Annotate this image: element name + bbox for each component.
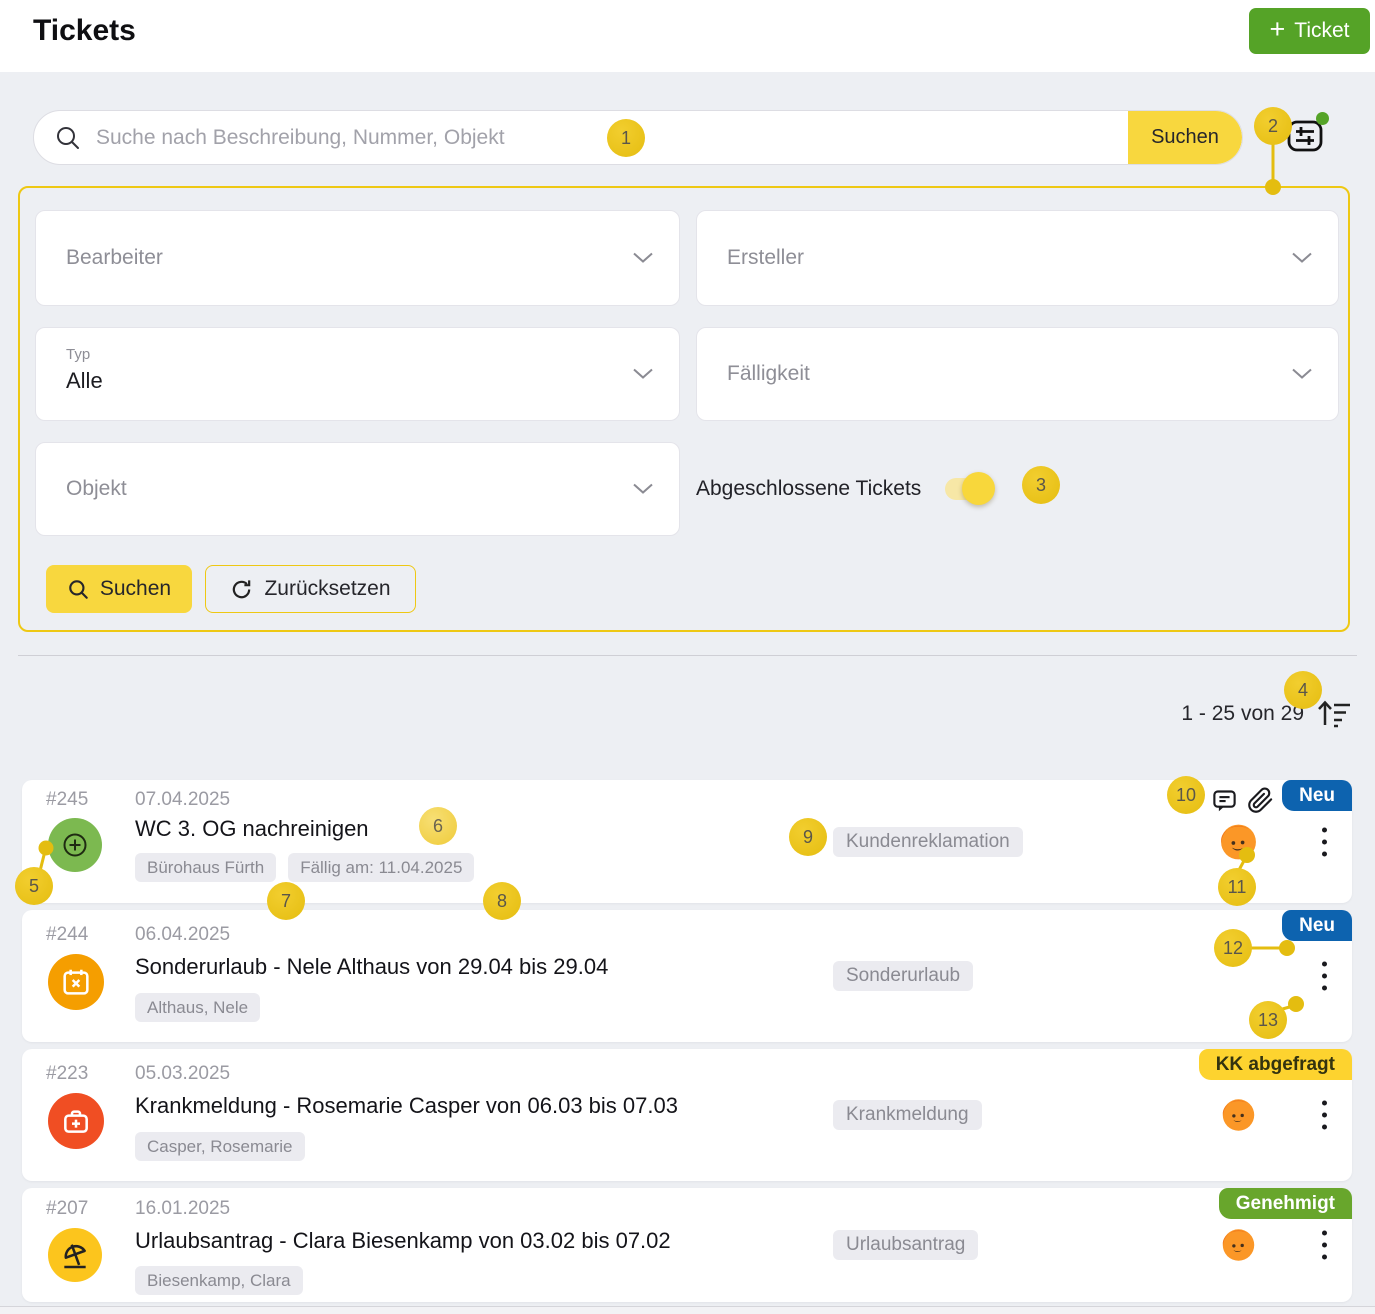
new-ticket-button[interactable]: + Ticket: [1249, 8, 1370, 54]
reset-label: Zurücksetzen: [264, 577, 390, 601]
ticket-tag: Casper, Rosemarie: [135, 1132, 305, 1161]
annotation-8: 8: [483, 882, 521, 920]
chevron-down-icon: [1291, 368, 1313, 381]
sort-button[interactable]: [1316, 698, 1352, 730]
ticket-tag: Bürohaus Fürth: [135, 853, 276, 882]
ersteller-select[interactable]: Ersteller: [696, 210, 1339, 306]
new-ticket-label: Ticket: [1294, 19, 1349, 43]
ticket-category: Urlaubsantrag: [833, 1230, 978, 1260]
ersteller-label: Ersteller: [727, 246, 804, 270]
ticket-date: 16.01.2025: [135, 1198, 230, 1220]
annotation-3: 3: [1022, 466, 1060, 504]
objekt-label: Objekt: [66, 477, 127, 501]
annotation-2: 2: [1254, 107, 1292, 145]
typ-value: Alle: [66, 368, 103, 394]
ticket-card[interactable]: #223 05.03.2025 Krankmeldung - Rosemarie…: [22, 1049, 1352, 1181]
panel-search-label: Suchen: [100, 577, 171, 601]
status-badge: Neu: [1282, 910, 1352, 941]
annotation-6: 6: [419, 807, 457, 845]
chevron-down-icon: [1291, 252, 1313, 265]
closed-tickets-row: Abgeschlossene Tickets: [696, 471, 991, 507]
annotation-7: 7: [267, 882, 305, 920]
row-menu-button[interactable]: [1318, 1227, 1331, 1264]
ticket-title: Sonderurlaub - Nele Althaus von 29.04 bi…: [135, 954, 608, 980]
closed-tickets-toggle[interactable]: [945, 478, 991, 500]
row-menu-button[interactable]: [1318, 958, 1331, 995]
calendar-x-icon: [48, 954, 104, 1010]
page-title: Tickets: [33, 14, 136, 48]
chevron-down-icon: [632, 483, 654, 496]
plus-icon: +: [1269, 16, 1285, 43]
ticket-category: Sonderurlaub: [833, 961, 973, 991]
ticket-title: Urlaubsantrag - Clara Biesenkamp von 03.…: [135, 1228, 671, 1254]
ticket-number: #244: [46, 924, 88, 946]
annotation-10: 10: [1167, 776, 1205, 814]
first-aid-icon: [48, 1093, 104, 1149]
typ-label: Typ: [66, 346, 90, 363]
chevron-down-icon: [632, 252, 654, 265]
pagination-row: 1 - 25 von 29: [0, 698, 1352, 730]
ticket-date: 07.04.2025: [135, 789, 230, 811]
ticket-tag: Biesenkamp, Clara: [135, 1266, 303, 1295]
ticket-tag: Fällig am: 11.04.2025: [288, 853, 474, 882]
section-divider: [18, 655, 1357, 656]
ticket-date: 05.03.2025: [135, 1063, 230, 1085]
ticket-category: Krankmeldung: [833, 1100, 982, 1130]
reset-button[interactable]: Zurücksetzen: [205, 565, 416, 613]
bearbeiter-label: Bearbeiter: [66, 246, 163, 270]
ticket-number: #207: [46, 1198, 88, 1220]
status-badge: Genehmigt: [1219, 1188, 1352, 1219]
ticket-date: 06.04.2025: [135, 924, 230, 946]
comment-icon: [1211, 787, 1238, 814]
annotation-1: 1: [607, 119, 645, 157]
typ-select[interactable]: Typ Alle: [35, 327, 680, 421]
umbrella-icon: [48, 1228, 102, 1282]
annotation-13: 13: [1249, 1001, 1287, 1039]
ticket-card[interactable]: #244 06.04.2025 Sonderurlaub - Nele Alth…: [22, 910, 1352, 1042]
faelligkeit-select[interactable]: Fälligkeit: [696, 327, 1339, 421]
plus-circle-icon: [48, 818, 102, 872]
closed-tickets-label: Abgeschlossene Tickets: [696, 477, 921, 501]
refresh-icon: [230, 578, 253, 601]
ticket-tag: Althaus, Nele: [135, 993, 260, 1022]
paperclip-icon: [1247, 787, 1274, 814]
ticket-number: #223: [46, 1063, 88, 1085]
filter-active-dot: [1316, 112, 1329, 125]
ticket-card[interactable]: #245 07.04.2025 WC 3. OG nachreinigen Bü…: [22, 780, 1352, 903]
assignee-avatar[interactable]: [1220, 1227, 1257, 1264]
row-menu-button[interactable]: [1318, 1097, 1331, 1134]
status-badge: KK abgefragt: [1199, 1049, 1352, 1080]
search-icon: [67, 578, 90, 601]
toggle-knob: [962, 472, 995, 505]
status-badge: Neu: [1282, 780, 1352, 811]
search-submit-button[interactable]: Suchen: [1128, 110, 1242, 165]
ticket-title: WC 3. OG nachreinigen: [135, 816, 369, 842]
bearbeiter-select[interactable]: Bearbeiter: [35, 210, 680, 306]
tickets-page: Tickets + Ticket Suchen Bearbeiter Erste…: [0, 0, 1375, 1314]
header: Tickets + Ticket: [0, 0, 1375, 72]
annotation-5: 5: [15, 867, 53, 905]
ticket-number: #245: [46, 789, 88, 811]
row-menu-button[interactable]: [1318, 823, 1331, 860]
sort-icon: [1316, 698, 1352, 730]
chevron-down-icon: [632, 368, 654, 381]
assignee-avatar[interactable]: [1220, 1097, 1257, 1134]
ticket-title: Krankmeldung - Rosemarie Casper von 06.0…: [135, 1093, 678, 1119]
annotation-9: 9: [789, 818, 827, 856]
ticket-card[interactable]: #207 16.01.2025 Urlaubsantrag - Clara Bi…: [22, 1188, 1352, 1302]
next-card-sliver: [0, 1306, 1375, 1314]
assignee-avatar[interactable]: [1218, 821, 1259, 862]
search-icon: [54, 124, 82, 152]
filter-panel: Bearbeiter Ersteller Typ Alle Fälligkeit…: [18, 186, 1350, 632]
pagination-range: 1 - 25 von 29: [1181, 702, 1304, 726]
annotation-4: 4: [1284, 671, 1322, 709]
objekt-select[interactable]: Objekt: [35, 442, 680, 536]
ticket-category: Kundenreklamation: [833, 827, 1023, 857]
annotation-12: 12: [1214, 929, 1252, 967]
panel-search-button[interactable]: Suchen: [46, 565, 192, 613]
annotation-11: 11: [1218, 868, 1256, 906]
faelligkeit-label: Fälligkeit: [727, 362, 810, 386]
